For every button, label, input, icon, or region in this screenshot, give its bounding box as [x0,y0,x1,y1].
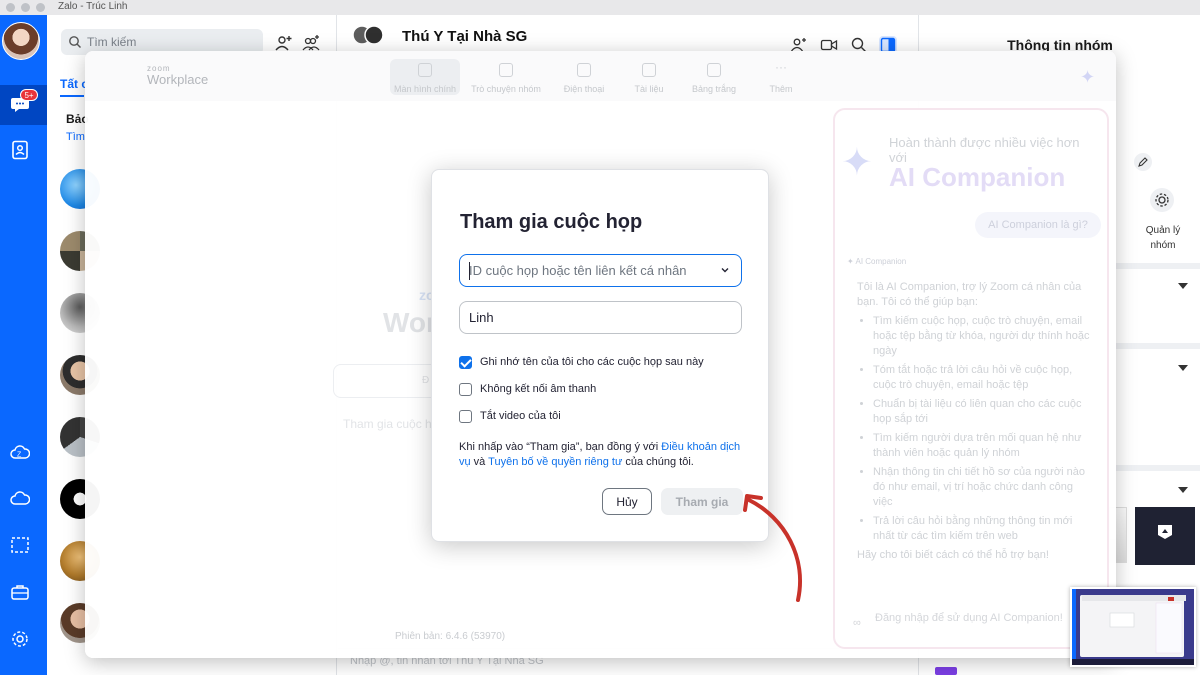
home-icon [418,63,432,77]
zalo-nav-rail: 5+ Z [0,15,47,675]
ai-companion-panel: ✦ Hoàn thành được nhiều việc hơn với AI … [833,108,1109,649]
group-settings-gear-icon[interactable] [1149,187,1175,213]
ai-star-icon: ✦ [841,142,873,184]
toolbox-icon[interactable] [10,582,30,602]
display-name-input[interactable] [459,301,742,334]
link-icon: ∞ [853,617,861,629]
zoom-tab-label: Tài liệu [634,84,664,94]
cloud-icon[interactable] [10,489,30,509]
section-caret-icon[interactable] [1177,363,1189,373]
svg-text:Z: Z [17,452,22,459]
video-off-label[interactable]: Tắt video của tôi [480,410,561,422]
zoom-bg-input-text: Đ [422,375,430,386]
document-icon [642,63,656,77]
terms-notice: Khi nhấp vào “Tham gia”, bạn đồng ý với … [459,440,749,470]
contacts-icon[interactable] [10,140,30,160]
my-avatar[interactable] [2,22,40,60]
no-audio-label[interactable]: Không kết nối âm thanh [480,383,596,395]
terms-suffix: của chúng tôi. [622,456,694,468]
search-placeholder: Tìm kiếm [87,35,137,49]
ai-signin-link[interactable]: ∞ Đăng nhập để sử dụng AI Companion! [849,611,1095,629]
window-title: Zalo - Trúc Linh [58,1,128,12]
settings-gear-icon[interactable] [10,629,30,649]
join-button[interactable]: Tham gia [661,488,743,515]
whiteboard-icon [707,63,721,77]
add-friend-icon[interactable] [274,33,294,53]
ai-tagline: Hoàn thành được nhiều việc hơn với [889,135,1080,165]
file-type-icon [935,667,957,675]
ai-signin-text: Đăng nhập để sử dụng AI Companion! [875,612,1063,624]
dialog-title: Tham gia cuộc họp [460,211,643,233]
zoom-tab-home[interactable]: Màn hình chính [390,59,460,95]
ai-small-label-text: AI Companion [855,257,907,266]
ai-intro: Tôi là AI Companion, trợ lý Zoom cá nhân… [857,281,1082,308]
zoom-tab-team-chat[interactable]: Trò chuyện nhóm [471,59,541,95]
ai-intro-body: Tôi là AI Companion, trợ lý Zoom cá nhân… [857,280,1093,563]
ai-capability-item: Tóm tắt hoặc trả lời câu hỏi về cuộc họp… [873,363,1093,393]
zoom-tab-label: Trò chuyện nhóm [471,84,541,94]
section-caret-icon[interactable] [1177,485,1189,495]
ai-sparkle-icon[interactable]: ✦ [1080,67,1100,87]
no-audio-checkbox[interactable] [459,383,472,396]
search-icon [69,36,81,48]
terms-and: và [470,456,489,468]
group-avatar[interactable] [352,24,384,50]
tab-all[interactable]: Tất c [60,77,88,91]
manage-group-label[interactable]: Quản lý nhóm [1139,223,1187,253]
terms-prefix: Khi nhấp vào “Tham gia”, bạn đồng ý với [459,441,662,453]
ai-what-is-chip[interactable]: AI Companion là gì? [975,212,1101,238]
zcloud-icon[interactable]: Z [10,443,30,463]
annotation-arrow-icon [743,494,802,602]
zoom-tab-label: Bảng trắng [691,84,737,94]
phone-icon [577,63,591,77]
zoom-tab-label: Màn hình chính [393,84,457,94]
group-name: Thú Y Tại Nhà SG [402,28,528,45]
edit-name-icon[interactable] [1133,152,1153,172]
chevron-down-icon[interactable] [720,265,730,275]
video-off-checkbox[interactable] [459,410,472,423]
zoom-version: Phiên bản: 6.4.6 (53970) [395,631,506,642]
media-thumbnail[interactable] [1135,507,1195,565]
unread-badge: 5+ [20,89,38,101]
create-group-icon[interactable] [301,33,321,53]
ai-capability-item: Nhận thông tin chi tiết hồ sơ của người … [873,465,1093,510]
remember-name-checkbox[interactable] [459,356,472,369]
remember-name-label[interactable]: Ghi nhớ tên của tôi cho các cuộc họp sau… [480,356,704,368]
tab-all-underline [60,95,84,97]
zoom-window-button[interactable] [36,3,45,12]
more-dots-icon: ··· [775,60,787,74]
thumbnail-logo-icon [1158,525,1172,539]
ai-capability-item: Trả lời câu hỏi bằng những thông tin mới… [873,514,1093,544]
zoom-bg-join-link: Tham gia cuộc họp [343,417,446,431]
minimize-window-button[interactable] [21,3,30,12]
chat-bubble-icon [499,63,513,77]
join-meeting-dialog: Tham gia cuộc họp ID cuộc họp hoặc tên l… [431,169,769,542]
zoom-tab-label: Điện thoại [563,84,605,94]
meeting-id-input[interactable]: ID cuộc họp hoặc tên liên kết cá nhân [459,254,742,287]
ai-closing: Hãy cho tôi biết cách có thể hỗ trợ bạn! [857,549,1049,561]
meeting-id-placeholder: ID cuộc họp hoặc tên liên kết cá nhân [469,263,687,278]
ai-small-label: ✦ AI Companion [847,257,907,266]
screen-recording-thumbnail[interactable] [1070,587,1196,667]
ai-capability-item: Tìm kiếm cuộc họp, cuộc trò chuyện, emai… [873,314,1093,359]
cancel-button[interactable]: Hủy [602,488,652,515]
ai-capability-list: Tìm kiếm cuộc họp, cuộc trò chuyện, emai… [857,314,1093,544]
zoom-tab-phone[interactable]: Điện thoại [549,59,619,95]
window-titlebar: Zalo - Trúc Linh [0,0,1200,15]
zoom-tab-docs[interactable]: Tài liệu [614,59,684,95]
zoom-workplace-logo: Workplace [147,72,209,87]
close-window-button[interactable] [6,3,15,12]
list-section-sub[interactable]: Tìm [66,131,85,143]
zoom-tab-whiteboard[interactable]: Bảng trắng [679,59,749,95]
privacy-statement-link[interactable]: Tuyên bố về quyền riêng tư [488,456,622,468]
screenshot-icon[interactable] [10,535,30,555]
zoom-tab-more[interactable]: ··· Thêm [746,59,816,95]
thumbnail-preview-icon [1072,589,1194,665]
ai-capability-item: Tìm kiếm người dựa trên mối quan hệ như … [873,431,1093,461]
section-caret-icon[interactable] [1177,281,1189,291]
ai-brand: AI Companion [889,162,1066,192]
zoom-tab-label: Thêm [769,84,793,94]
ai-capability-item: Chuẩn bị tài liệu có liên quan cho các c… [873,397,1093,427]
